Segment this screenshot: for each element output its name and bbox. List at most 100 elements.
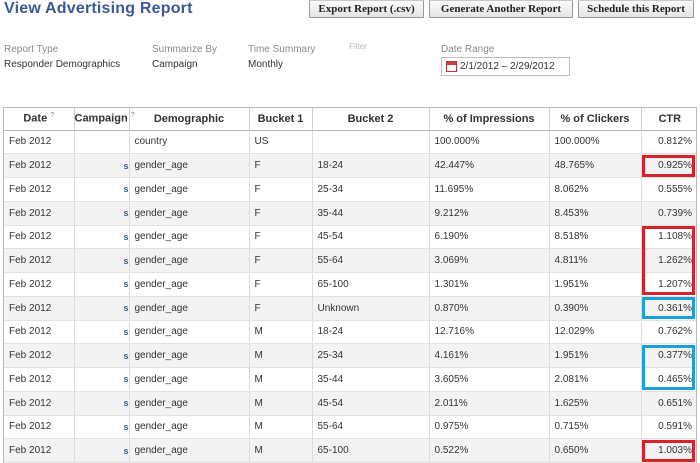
cell-campaign: s <box>74 415 130 440</box>
cell-clickers: 12.029% <box>549 320 642 345</box>
cell-impressions: 1.301% <box>429 272 550 297</box>
cell-date: Feb 2012 <box>4 272 75 297</box>
cell-ctr: 1.262% <box>641 248 696 273</box>
cell-ctr: 0.812% <box>641 130 696 155</box>
schedule-report-button[interactable]: Schedule this Report <box>578 0 694 18</box>
cell-bucket1: F <box>249 153 313 178</box>
cell-bucket1: F <box>249 248 313 273</box>
export-csv-button[interactable]: Export Report (.csv) <box>309 0 424 18</box>
column-header-ctr[interactable]: CTR <box>641 108 696 131</box>
cell-ctr: 1.207% <box>641 272 696 297</box>
cell-bucket1: M <box>249 415 313 440</box>
column-header-campaign[interactable]: Campaign ? <box>74 108 135 131</box>
cell-demographic: gender_age <box>129 343 250 368</box>
cell-ctr: 0.925% <box>641 153 696 178</box>
cell-bucket1: F <box>249 296 313 321</box>
column-header-impressions[interactable]: % of Impressions <box>429 108 550 131</box>
cell-demographic: gender_age <box>129 391 250 416</box>
cell-demographic: gender_age <box>129 296 250 321</box>
table-header-row: Date ? Campaign ? Demographic Bucket 1 B… <box>4 108 696 131</box>
cell-bucket2: 45-54 <box>312 225 430 250</box>
cell-date: Feb 2012 <box>4 153 75 178</box>
cell-impressions: 9.212% <box>429 201 550 226</box>
cell-bucket2: 45-54 <box>312 391 430 416</box>
table-row: Feb 2012 s gender_age F 18-24 42.447% 48.765% 0… <box>4 153 696 178</box>
column-header-bucket1[interactable]: Bucket 1 <box>249 108 313 131</box>
cell-campaign: s <box>74 248 130 273</box>
cell-demographic: gender_age <box>129 320 250 345</box>
calendar-icon <box>446 61 457 72</box>
cell-date: Feb 2012 <box>4 177 75 202</box>
date-range-value: 2/1/2012 – 2/29/2012 <box>460 61 555 72</box>
column-header-demographic[interactable]: Demographic <box>129 108 250 131</box>
cell-campaign: s <box>74 225 130 250</box>
cell-demographic: gender_age <box>129 153 250 178</box>
table-row: Feb 2012 s gender_age F 45-54 6.190% 8.518% 1.1… <box>4 225 696 250</box>
report-grid: Date ? Campaign ? Demographic Bucket 1 B… <box>3 107 697 463</box>
cell-date: Feb 2012 <box>4 391 75 416</box>
page-title: View Advertising Report <box>4 0 193 17</box>
cell-impressions: 100.000% <box>429 130 550 155</box>
cell-impressions: 2.011% <box>429 391 550 416</box>
cell-demographic: gender_age <box>129 438 250 463</box>
table-row: Feb 2012 s gender_age F 25-34 11.695% 8.062% 0.… <box>4 177 696 202</box>
cell-campaign: s <box>74 320 130 345</box>
cell-bucket1: F <box>249 201 313 226</box>
cell-date: Feb 2012 <box>4 225 75 250</box>
column-header-clickers[interactable]: % of Clickers <box>549 108 642 131</box>
generate-another-report-button[interactable]: Generate Another Report <box>429 0 573 18</box>
column-header-date[interactable]: Date ? <box>4 108 75 131</box>
cell-date: Feb 2012 <box>4 130 75 155</box>
cell-impressions: 12.716% <box>429 320 550 345</box>
cell-date: Feb 2012 <box>4 201 75 226</box>
cell-date: Feb 2012 <box>4 296 75 321</box>
table-row: Feb 2012 country US 100.000% 100.000% 0.812% <box>4 130 696 155</box>
cell-demographic: gender_age <box>129 201 250 226</box>
cell-ctr: 1.003% <box>641 438 696 463</box>
cell-bucket1: M <box>249 343 313 368</box>
cell-date: Feb 2012 <box>4 248 75 273</box>
cell-demographic: country <box>129 130 250 155</box>
cell-bucket1: M <box>249 367 313 392</box>
cell-bucket2: 65-100 <box>312 438 430 463</box>
cell-ctr: 0.465% <box>641 367 696 392</box>
report-table: Date ? Campaign ? Demographic Bucket 1 B… <box>4 108 696 463</box>
cell-bucket2: Unknown <box>312 296 430 321</box>
date-range-picker[interactable]: 2/1/2012 – 2/29/2012 <box>441 57 570 76</box>
cell-demographic: gender_age <box>129 272 250 297</box>
cell-clickers: 48.765% <box>549 153 642 178</box>
cell-ctr: 0.739% <box>641 201 696 226</box>
cell-date: Feb 2012 <box>4 415 75 440</box>
cell-impressions: 11.695% <box>429 177 550 202</box>
summarize-by-value: Campaign <box>152 59 198 70</box>
cell-demographic: gender_age <box>129 225 250 250</box>
table-row: Feb 2012 s gender_age F 35-44 9.212% 8.453% 0.7… <box>4 201 696 226</box>
cell-impressions: 0.522% <box>429 438 550 463</box>
cell-impressions: 4.161% <box>429 343 550 368</box>
cell-campaign <box>74 130 130 155</box>
cell-ctr: 0.651% <box>641 391 696 416</box>
cell-clickers: 4.811% <box>549 248 642 273</box>
help-marker[interactable]: ? <box>50 112 54 119</box>
table-body: Feb 2012 country US 100.000% 100.000% 0.812% F… <box>4 130 696 463</box>
cell-bucket1: M <box>249 391 313 416</box>
table-row: Feb 2012 s gender_age M 65-100 0.522% 0.650% 1.… <box>4 438 696 463</box>
cell-clickers: 8.453% <box>549 201 642 226</box>
cell-demographic: gender_age <box>129 248 250 273</box>
cell-bucket2: 25-34 <box>312 177 430 202</box>
cell-bucket2: 18-24 <box>312 153 430 178</box>
cell-bucket2: 18-24 <box>312 320 430 345</box>
cell-bucket2 <box>312 130 430 155</box>
column-header-bucket2[interactable]: Bucket 2 <box>312 108 430 131</box>
cell-bucket1: F <box>249 272 313 297</box>
time-summary-value: Monthly <box>248 59 284 70</box>
report-type-value: Responder Demographics <box>4 59 121 70</box>
cell-demographic: gender_age <box>129 177 250 202</box>
help-marker[interactable]: ? <box>131 112 135 119</box>
cell-ctr: 0.377% <box>641 343 696 368</box>
cell-impressions: 3.605% <box>429 367 550 392</box>
cell-campaign: s <box>74 367 130 392</box>
cell-clickers: 100.000% <box>549 130 642 155</box>
cell-clickers: 0.715% <box>549 415 642 440</box>
cell-impressions: 0.975% <box>429 415 550 440</box>
